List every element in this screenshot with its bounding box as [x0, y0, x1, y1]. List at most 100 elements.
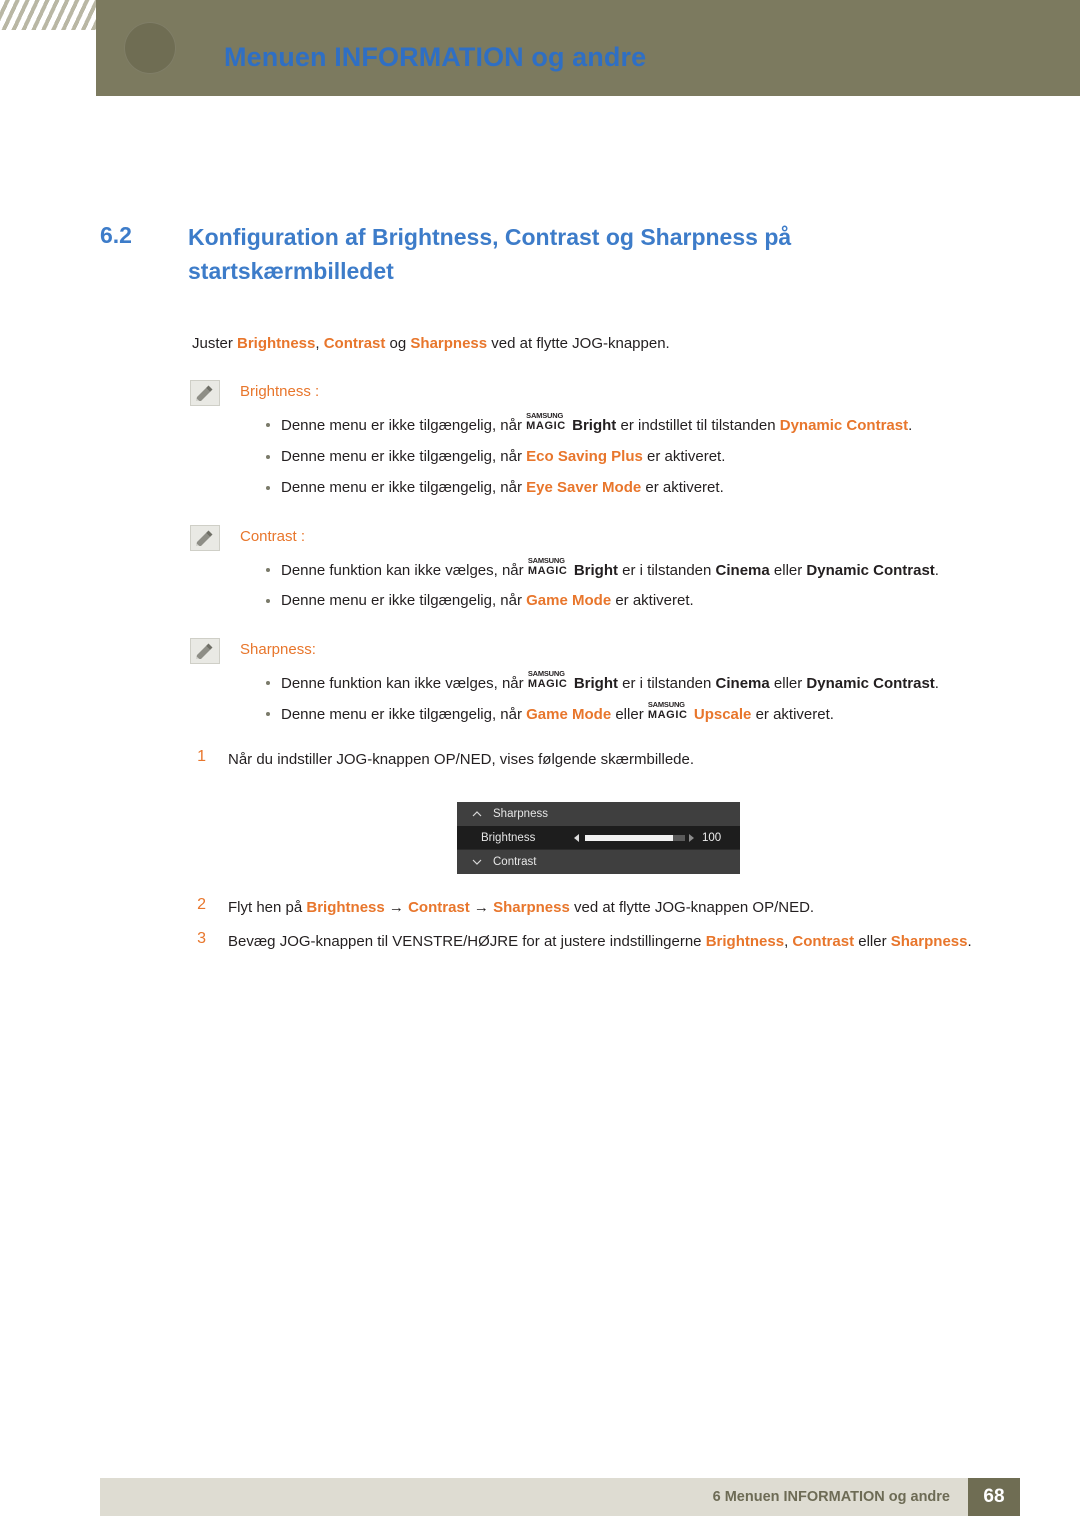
bullet-post: er aktiveret. [751, 706, 834, 723]
bullet-dot [266, 486, 270, 490]
bullet-pre: Denne menu er ikke tilgængelig, når [281, 417, 527, 434]
header-title: Menuen INFORMATION og andre [224, 42, 647, 72]
osd-row-contrast[interactable]: Contrast [457, 850, 740, 874]
step-text: Flyt hen på Brightness → Contrast → Shar… [228, 895, 814, 921]
step2-pre: Flyt hen på [228, 899, 307, 916]
bullet-mid2: er i tilstanden [617, 562, 716, 579]
step3-post: . [967, 933, 972, 950]
intro-term-sharpness: Sharpness [410, 335, 488, 352]
step3-term-sharpness: Sharpness [890, 933, 968, 950]
bullet-post: . [934, 675, 939, 692]
bullet-term: Eye Saver Mode [526, 479, 642, 496]
footer-text: 6 Menuen INFORMATION og andre [712, 1489, 950, 1505]
bullet-or: eller [769, 562, 807, 579]
page-header: Menuen INFORMATION og andre [0, 0, 1080, 96]
note-bullet: Denne funktion kan ikke vælges, når SAMS… [281, 669, 939, 695]
bullet-mid1: Bright [573, 562, 618, 579]
section-number: 6.2 [100, 222, 132, 248]
intro-term-contrast: Contrast [323, 335, 386, 352]
bullet-term-dynamic: Dynamic Contrast [806, 562, 935, 579]
note-pencil-icon [190, 380, 220, 406]
arrow-left-icon[interactable] [574, 834, 579, 842]
bullet-term-cinema: Cinema [715, 562, 770, 579]
bullet-term-upscale: Upscale [693, 706, 752, 723]
step2-arrow1: → [384, 899, 409, 916]
magic-bottom: MAGIC [527, 565, 568, 577]
note-pencil-icon [190, 638, 220, 664]
step3-term-brightness: Brightness [705, 933, 785, 950]
step2-post: ved at flytte JOG-knappen OP/NED. [569, 899, 815, 916]
step3-mid: eller [854, 933, 891, 950]
samsung-magic-logo-icon: SAMSUNG MAGIC [528, 669, 574, 690]
osd-slider-track[interactable] [585, 835, 685, 841]
section-title: Konfiguration af Brightness, Contrast og… [188, 224, 792, 284]
bullet-post: . [934, 562, 939, 579]
step-text: Når du indstiller JOG-knappen OP/NED, vi… [228, 751, 695, 768]
bullet-post: er aktiveret. [642, 448, 726, 465]
step2-arrow2: → [469, 899, 494, 916]
osd-row-sharpness[interactable]: Sharpness [457, 802, 740, 826]
page-number-box: 68 [968, 1478, 1020, 1516]
intro-paragraph: Juster Brightness, Contrast og Sharpness… [192, 333, 670, 355]
step2-term-contrast: Contrast [408, 899, 470, 916]
circle-logo-inner [124, 22, 176, 74]
step3-pre: Bevæg JOG-knappen til VENSTRE/HØJRE for … [228, 933, 706, 950]
samsung-magic-logo-icon: SAMSUNG MAGIC [528, 556, 574, 577]
magic-bottom: MAGIC [527, 678, 568, 690]
note-bullet: Denne menu er ikke tilgængelig, når Game… [281, 590, 694, 612]
note-bullet: Denne menu er ikke tilgængelig, når Game… [281, 700, 834, 726]
bullet-pre: Denne funktion kan ikke vælges, når [281, 675, 528, 692]
chevron-up-icon [471, 808, 483, 820]
step-number: 1 [197, 748, 206, 765]
note-bullet: Denne menu er ikke tilgængelig, når Eco … [281, 446, 725, 468]
step-text: Bevæg JOG-knappen til VENSTRE/HØJRE for … [228, 929, 1018, 955]
note-label-sharpness: Sharpness: [240, 641, 316, 658]
magic-bottom: MAGIC [526, 420, 566, 432]
intro-suffix: ved at flytte JOG-knappen. [487, 335, 670, 352]
bullet-dot [266, 681, 270, 685]
osd-value: 100 [702, 832, 722, 844]
note-bullet: Denne menu er ikke tilgængelig, når SAMS… [281, 411, 913, 437]
bullet-pre: Denne menu er ikke tilgængelig, når [281, 592, 527, 609]
diagonal-hatch-decoration [0, 0, 96, 30]
arrow-right-icon[interactable] [689, 834, 694, 842]
step3-term-contrast: Contrast [792, 933, 855, 950]
intro-prefix: Juster [192, 335, 238, 352]
note-bullet: Denne menu er ikke tilgængelig, når Eye … [281, 477, 724, 499]
bullet-term: Dynamic Contrast [779, 417, 909, 434]
bullet-dot [266, 568, 270, 572]
bullet-pre: Denne menu er ikke tilgængelig, når [281, 706, 527, 723]
osd-label-brightness: Brightness [481, 832, 536, 844]
bullet-term-dynamic: Dynamic Contrast [806, 675, 935, 692]
bullet-mid1: Bright [572, 417, 617, 434]
bullet-post: . [908, 417, 913, 434]
samsung-magic-logo-icon: SAMSUNG MAGIC [526, 411, 572, 432]
bullet-or: eller [769, 675, 807, 692]
bullet-term: Eco Saving Plus [526, 448, 643, 465]
bullet-dot [266, 599, 270, 603]
bullet-term-cinema: Cinema [715, 675, 770, 692]
osd-slider-fill [585, 835, 673, 841]
note-pencil-icon [190, 525, 220, 551]
note-bullet: Denne funktion kan ikke vælges, når SAMS… [281, 556, 939, 582]
osd-preview: Sharpness Brightness 100 Contrast [457, 802, 740, 874]
osd-label-contrast: Contrast [493, 856, 537, 868]
circle-logo-icon [124, 22, 176, 74]
step2-term-brightness: Brightness [306, 899, 385, 916]
osd-row-brightness[interactable]: Brightness 100 [457, 826, 740, 850]
step-number: 3 [197, 930, 206, 947]
bullet-dot [266, 455, 270, 459]
intro-term-brightness: Brightness [237, 335, 316, 352]
intro-and: og [385, 335, 411, 352]
magic-bottom: MAGIC [647, 709, 688, 721]
bullet-pre: Denne menu er ikke tilgængelig, når [281, 479, 527, 496]
step-number: 2 [197, 896, 206, 913]
bullet-pre: Denne funktion kan ikke vælges, når [281, 562, 528, 579]
bullet-pre: Denne menu er ikke tilgængelig, når [281, 448, 527, 465]
bullet-mid1: Bright [573, 675, 618, 692]
samsung-magic-logo-icon: SAMSUNG MAGIC [648, 700, 694, 721]
bullet-post: er aktiveret. [641, 479, 724, 496]
bullet-post: er aktiveret. [611, 592, 694, 609]
step2-term-sharpness: Sharpness [493, 899, 570, 916]
note-label-brightness: Brightness : [240, 383, 320, 400]
